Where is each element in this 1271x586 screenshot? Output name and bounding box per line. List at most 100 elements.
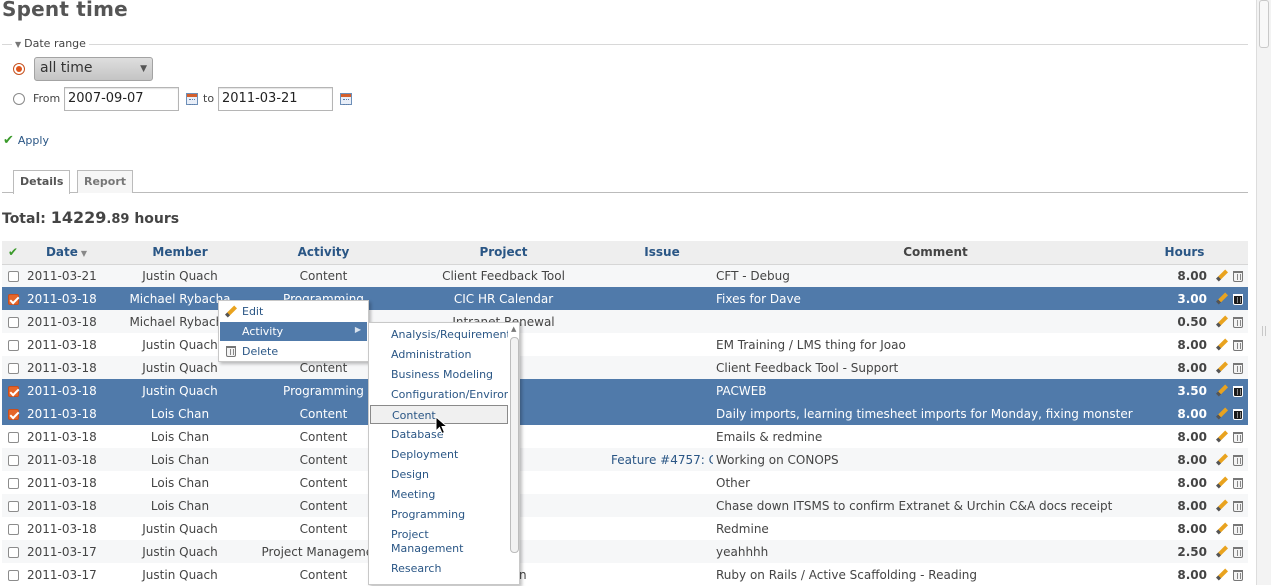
pencil-icon[interactable] (1216, 569, 1228, 581)
date-range-legend[interactable]: ▼ Date range (12, 37, 89, 50)
page-scrollbar[interactable] (1256, 0, 1271, 585)
row-checkbox[interactable] (2, 494, 24, 517)
activity-option[interactable]: Project Management (370, 525, 470, 556)
row-checkbox[interactable] (2, 287, 24, 310)
trash-icon[interactable] (1233, 454, 1243, 466)
checkbox[interactable] (7, 569, 19, 581)
row-checkbox[interactable] (2, 563, 24, 586)
row-checkbox[interactable] (2, 264, 24, 287)
trash-icon[interactable] (1233, 431, 1243, 443)
pencil-icon[interactable] (1216, 362, 1228, 374)
calendar-icon[interactable] (186, 93, 198, 105)
calendar-icon[interactable] (340, 93, 352, 105)
pencil-icon[interactable] (1216, 385, 1228, 397)
scroll-up-icon[interactable]: ▲ (511, 325, 516, 333)
activity-option[interactable]: Deployment (370, 445, 508, 462)
activity-option[interactable]: Business Modeling (370, 365, 508, 382)
pencil-icon[interactable] (1216, 293, 1228, 305)
checkbox[interactable] (7, 293, 19, 305)
pencil-icon[interactable] (1216, 523, 1228, 535)
checkbox[interactable] (7, 431, 19, 443)
trash-icon[interactable] (1233, 523, 1243, 535)
table-row[interactable]: 2011-03-18 Michael Rybacha Programming CIC … (2, 287, 1248, 310)
pencil-icon[interactable] (1216, 316, 1228, 328)
to-date-input[interactable]: 2011-03-21 (218, 87, 333, 111)
from-date-input[interactable]: 2007-09-07 (64, 87, 179, 111)
checkbox[interactable] (7, 385, 19, 397)
row-checkbox[interactable] (2, 425, 24, 448)
trash-icon[interactable] (1233, 270, 1243, 282)
trash-icon[interactable] (1233, 569, 1243, 581)
tab-report[interactable]: Report (77, 170, 134, 193)
table-row[interactable]: 2011-03-18 Justin Quach Programming PACWEB 3… (2, 379, 1248, 402)
checkbox[interactable] (7, 362, 19, 374)
row-checkbox[interactable] (2, 333, 24, 356)
column-header-date[interactable]: Date ▼ (24, 241, 109, 265)
activity-option[interactable]: Administration (370, 345, 508, 362)
checkbox[interactable] (7, 454, 19, 466)
period-select[interactable]: all time ▼ (34, 57, 153, 81)
activity-option[interactable]: Support (370, 579, 508, 584)
context-menu-activity[interactable]: Activity ▶ (220, 322, 367, 341)
context-menu-edit[interactable]: Edit (220, 302, 367, 321)
activity-option[interactable]: Configuration/Environment (370, 385, 508, 402)
row-checkbox[interactable] (2, 517, 24, 540)
column-header-hours[interactable]: Hours (1158, 241, 1211, 265)
table-row[interactable]: 2011-03-18Justin QuachContentToolRedmine… (2, 517, 1248, 540)
table-row[interactable]: 2011-03-17 Justin Quach Project Management… (2, 540, 1248, 563)
table-row[interactable]: 2011-03-18Lois ChanContentgDaily imports… (2, 402, 1248, 425)
table-row[interactable]: 2011-03-18 Lois Chan Content Emails & redmi… (2, 425, 1248, 448)
activity-option[interactable]: Analysis/Requirements (370, 325, 508, 342)
checkbox[interactable] (7, 523, 19, 535)
checkbox[interactable] (7, 316, 19, 328)
row-checkbox[interactable] (2, 379, 24, 402)
table-row[interactable]: 2011-03-18 Lois Chan Content Chase down ITS… (2, 494, 1248, 517)
activity-option[interactable]: Research (370, 559, 508, 576)
pencil-icon[interactable] (1216, 408, 1228, 420)
row-checkbox[interactable] (2, 356, 24, 379)
scrollbar-thumb[interactable] (1259, 0, 1269, 48)
checkbox[interactable] (7, 408, 19, 420)
context-menu-delete[interactable]: Delete (220, 342, 367, 361)
trash-icon[interactable] (1233, 316, 1243, 328)
column-header-member[interactable]: Member (109, 241, 251, 265)
table-row[interactable]: 2011-03-18Michael RybachaIntranet Renewa… (2, 310, 1248, 333)
pencil-icon[interactable] (1216, 431, 1228, 443)
submenu-scrollbar-thumb[interactable] (510, 337, 519, 553)
trash-icon[interactable] (1233, 362, 1243, 374)
issue-link[interactable]: Feature #4757: C&A (611, 453, 713, 467)
activity-option[interactable]: Meeting (370, 485, 508, 502)
checkbox[interactable] (7, 500, 19, 512)
row-checkbox[interactable] (2, 402, 24, 425)
trash-icon[interactable] (1233, 385, 1243, 397)
column-header-issue[interactable]: Issue (611, 241, 713, 265)
period-radio-predefined[interactable] (13, 63, 25, 75)
checkbox[interactable] (7, 546, 19, 558)
trash-icon[interactable] (1233, 293, 1243, 305)
trash-icon[interactable] (1233, 546, 1243, 558)
row-checkbox[interactable] (2, 310, 24, 333)
row-checkbox[interactable] (2, 471, 24, 494)
checkbox[interactable] (7, 339, 19, 351)
table-row[interactable]: 2011-03-18 Lois Chan Content Other 8.00 (2, 471, 1248, 494)
submenu-scrollbar[interactable]: ▲ (509, 325, 519, 584)
period-radio-custom[interactable] (13, 93, 25, 105)
row-checkbox[interactable] (2, 448, 24, 471)
checkbox[interactable] (7, 270, 19, 282)
activity-option[interactable]: Programming (370, 505, 508, 522)
apply-button[interactable]: ✔ Apply (3, 133, 49, 148)
pencil-icon[interactable] (1216, 546, 1228, 558)
pencil-icon[interactable] (1216, 270, 1228, 282)
row-checkbox[interactable] (2, 540, 24, 563)
pencil-icon[interactable] (1216, 477, 1228, 489)
table-row[interactable]: 2011-03-18Justin QuachContentToolClient … (2, 356, 1248, 379)
pencil-icon[interactable] (1216, 339, 1228, 351)
column-header-activity[interactable]: Activity (251, 241, 396, 265)
table-row[interactable]: 2011-03-21 Justin Quach Content Client Feed… (2, 264, 1248, 287)
select-all-toggle[interactable]: ✔ (2, 241, 24, 265)
trash-icon[interactable] (1233, 339, 1243, 351)
table-row[interactable]: 2011-03-18 Justin Quach EM Training / LMS … (2, 333, 1248, 356)
checkbox[interactable] (7, 477, 19, 489)
trash-icon[interactable] (1233, 408, 1243, 420)
tab-details[interactable]: Details (13, 170, 71, 194)
